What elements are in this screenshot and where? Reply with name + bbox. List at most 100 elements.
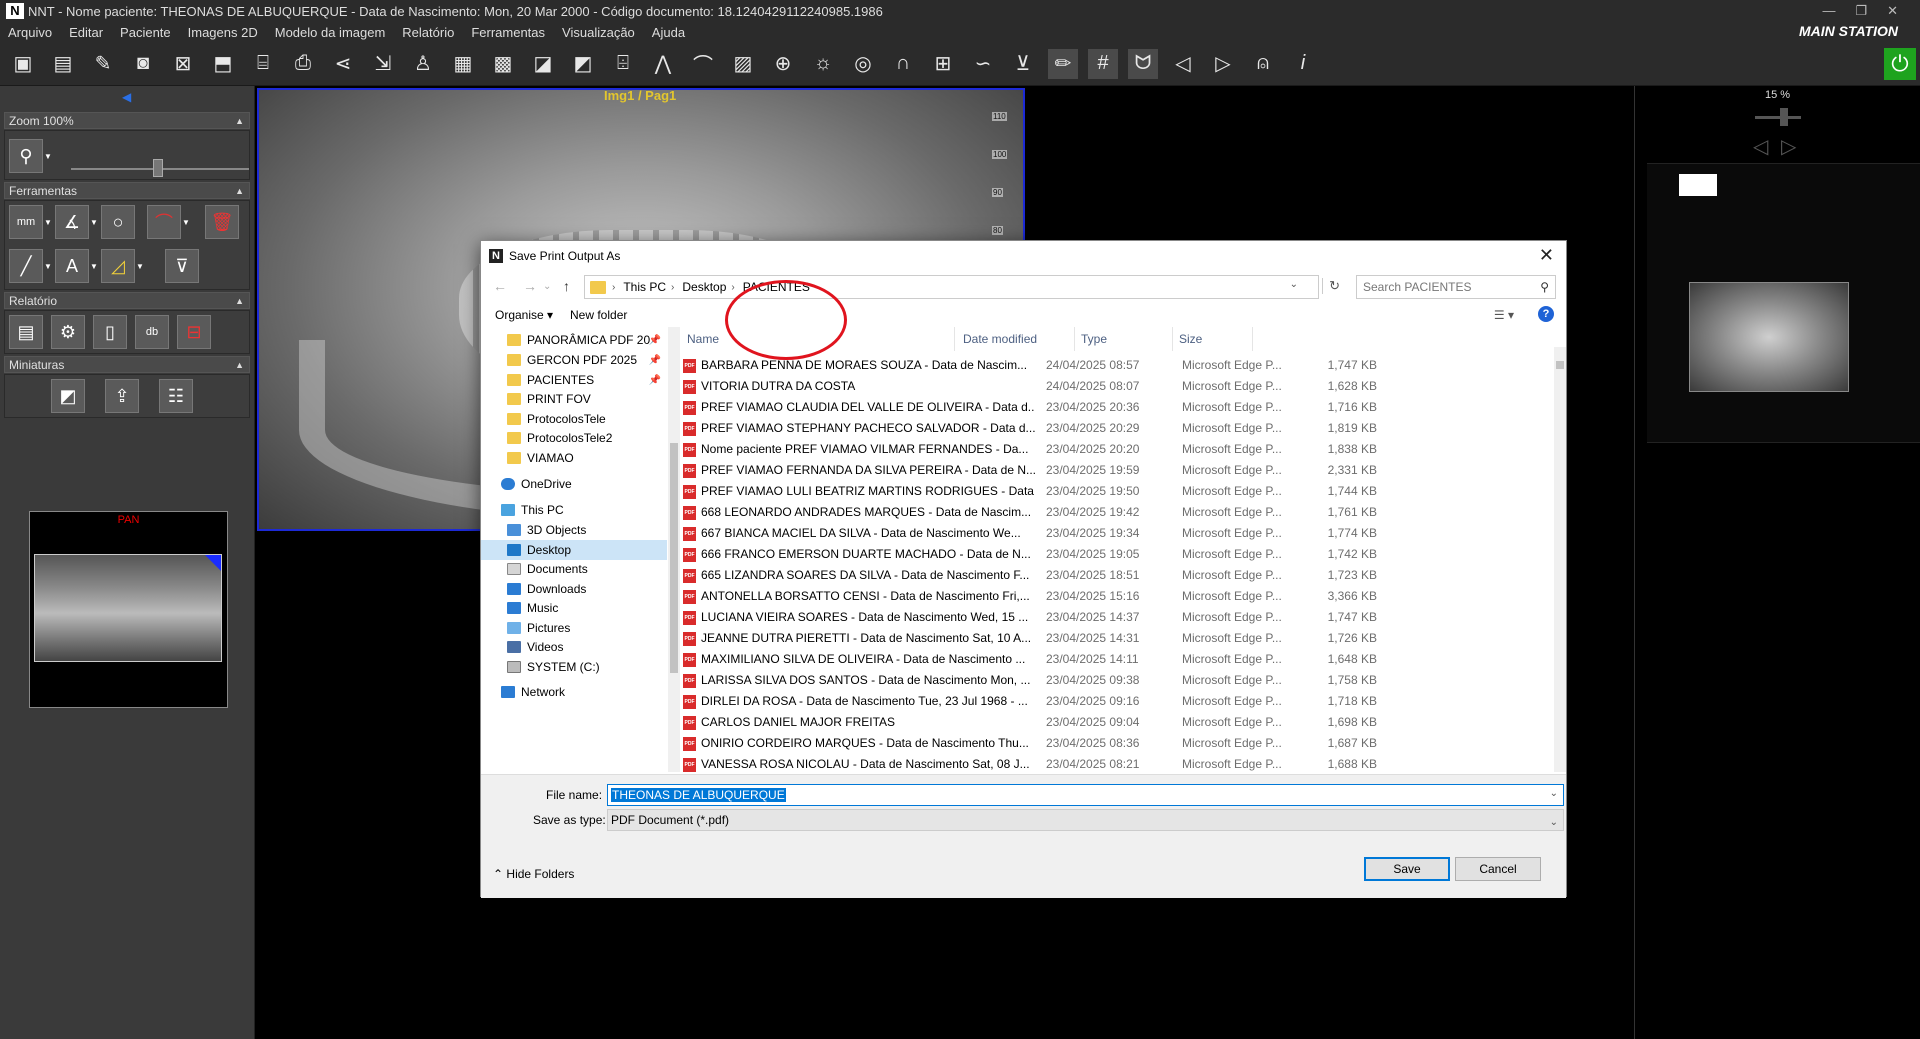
mouse-icon[interactable]: ⍝ [1248, 49, 1278, 79]
nav-item-desktop[interactable]: Desktop [481, 540, 667, 560]
chevron-down-icon[interactable]: ⌄ [1550, 813, 1558, 833]
patient-icon[interactable]: ♙ [408, 49, 438, 79]
magnet-icon[interactable]: ∩ [888, 49, 918, 79]
back-icon[interactable]: ← [493, 278, 507, 294]
file-row[interactable]: PDF ONIRIO CORDEIRO MARQUES - Data de Nas… [681, 733, 1554, 754]
file-row[interactable]: PDF 667 BIANCA MACIEL DA SILVA - Data de … [681, 523, 1554, 544]
file-row[interactable]: PDF Nome paciente PREF VIAMAO VILMAR FERN… [681, 439, 1554, 460]
nav-item-documents[interactable]: Documents [481, 559, 667, 579]
report-new-icon[interactable]: ▤ [9, 315, 43, 349]
menu-editar[interactable]: Editar [61, 25, 112, 40]
prev-icon[interactable]: ◁ [1168, 49, 1198, 79]
file-row[interactable]: PDF PREF VIAMAO STEPHANY PACHECO SALVADOR… [681, 418, 1554, 439]
recent-chevron-icon[interactable]: ⌄ [543, 281, 551, 292]
chevron-down-icon[interactable]: ▼ [43, 139, 53, 173]
file-row[interactable]: PDF JEANNE DUTRA PIERETTI - Data de Nasci… [681, 628, 1554, 649]
organise-button[interactable]: Organise ▾ [495, 308, 553, 322]
export-icon[interactable]: ⇲ [368, 49, 398, 79]
implant-add-icon[interactable]: ⊽ [165, 249, 199, 283]
save-type-select[interactable]: PDF Document (*.pdf) ⌄ [607, 809, 1564, 831]
report-settings-icon[interactable]: ⚙ [51, 315, 85, 349]
chevron-down-icon[interactable]: ▼ [89, 205, 99, 239]
nav-scrollbar[interactable] [668, 327, 680, 772]
file-row[interactable]: PDF PREF VIAMAO FERNANDA DA SILVA PEREIRA… [681, 460, 1554, 481]
menu-paciente[interactable]: Paciente [112, 25, 180, 40]
refresh-icon[interactable]: ↻ [1322, 278, 1340, 294]
file-row[interactable]: PDF 668 LEONARDO ANDRADES MARQUES - Data … [681, 502, 1554, 523]
file-row[interactable]: PDF 665 LIZANDRA SOARES DA SILVA - Data d… [681, 565, 1554, 586]
file-row[interactable]: PDF VANESSA ROSA NICOLAU - Data de Nascim… [681, 754, 1554, 772]
file-row[interactable]: PDF LARISSA SILVA DOS SANTOS - Data de Na… [681, 670, 1554, 691]
grid-hide-icon[interactable]: ▩ [488, 49, 518, 79]
file-list-scrollbar-thumb[interactable] [1556, 361, 1564, 369]
file-name-value[interactable]: THEONAS DE ALBUQUERQUE [611, 788, 786, 802]
file-row[interactable]: PDF PREF VIAMAO LULI BEATRIZ MARTINS RODR… [681, 481, 1554, 502]
search-input[interactable]: Search PACIENTES ⚲ [1356, 275, 1556, 299]
acquire-icon[interactable]: ⌹ [608, 49, 638, 79]
save-as-icon[interactable]: ▤ [48, 49, 78, 79]
search-icon[interactable]: ⚲ [1540, 276, 1549, 298]
curve-icon[interactable]: ∽ [968, 49, 998, 79]
share-icon[interactable]: ⋖ [328, 49, 358, 79]
report-section-header[interactable]: Relatório ▲ [4, 292, 250, 309]
menu-relatorio[interactable]: Relatório [394, 25, 463, 40]
teeth-icon[interactable]: ᗢ [1128, 48, 1158, 79]
menu-ferramentas[interactable]: Ferramentas [463, 25, 554, 40]
text-icon[interactable]: A [55, 249, 89, 283]
save-icon[interactable]: ▣ [8, 49, 38, 79]
breadcrumb-desktop[interactable]: Desktop [682, 280, 726, 294]
preview-zoom-slider[interactable] [1755, 116, 1801, 119]
cancel-button[interactable]: Cancel [1455, 857, 1541, 881]
breadcrumb-this-pc[interactable]: This PC [623, 280, 666, 294]
file-row[interactable]: PDF CARLOS DANIEL MAJOR FREITAS 23/04/2025… [681, 712, 1554, 733]
file-row[interactable]: PDF LUCIANA VIEIRA SOARES - Data de Nasci… [681, 607, 1554, 628]
magnifier-icon[interactable]: ⚲ [9, 139, 43, 173]
nav-item-viamao[interactable]: VIAMAO [481, 448, 667, 468]
thumbnails-section-header[interactable]: Miniaturas ▲ [4, 356, 250, 373]
file-list-scrollbar[interactable] [1554, 347, 1566, 772]
file-row[interactable]: PDF PREF VIAMAO CLAUDIA DEL VALLE DE OLIV… [681, 397, 1554, 418]
pencil-icon[interactable]: ✏ [1048, 48, 1078, 79]
collapse-arrow-icon[interactable]: ◀ [122, 90, 131, 104]
tools-section-header[interactable]: Ferramentas ▲ [4, 182, 250, 199]
edit-icon[interactable]: ✎ [88, 49, 118, 79]
nav-scrollbar-thumb[interactable] [670, 443, 678, 673]
nav-item-panoramica[interactable]: PANORÂMICA PDF 20 📌 [481, 330, 667, 350]
nav-item-3d-objects[interactable]: 3D Objects [481, 520, 667, 540]
grid-icon[interactable]: ▦ [448, 49, 478, 79]
caret-up-icon[interactable]: ▲ [235, 113, 244, 130]
column-date-modified[interactable]: Date modified [957, 327, 1075, 351]
prev-page-icon[interactable]: ◁ [1753, 134, 1768, 159]
file-row[interactable]: PDF DIRLEI DA ROSA - Data de Nascimento T… [681, 691, 1554, 712]
close-window-button[interactable]: ✕ [1887, 3, 1898, 19]
help-icon[interactable]: ? [1538, 306, 1554, 322]
file-row[interactable]: PDF ANTONELLA BORSATTO CENSI - Data de Na… [681, 586, 1554, 607]
next-page-icon[interactable]: ▷ [1781, 134, 1796, 159]
hash-icon[interactable]: # [1088, 48, 1118, 79]
report-preview-page[interactable] [1647, 163, 1920, 443]
nav-item-gercon[interactable]: GERCON PDF 2025 📌 [481, 350, 667, 370]
column-name[interactable]: Name [681, 327, 955, 351]
chevron-down-icon[interactable]: ▼ [43, 249, 53, 283]
file-row[interactable]: PDF 666 FRANCO EMERSON DUARTE MACHADO - D… [681, 544, 1554, 565]
measure-mm-icon[interactable]: mm [9, 205, 43, 239]
nav-item-this-pc[interactable]: This PC [481, 500, 667, 520]
file-row[interactable]: PDF BARBARA PENNA DE MORAES SOUZA - Data … [681, 355, 1554, 376]
nav-item-system-c[interactable]: SYSTEM (C:) [481, 657, 667, 677]
view-options-icon[interactable]: ☰ ▾ [1494, 308, 1514, 322]
chevron-down-icon[interactable]: ▼ [89, 249, 99, 283]
menu-visualizacao[interactable]: Visualização [554, 25, 644, 40]
brightness-icon[interactable]: ☼ [808, 49, 838, 79]
caret-up-icon[interactable]: ▲ [235, 357, 244, 374]
arc-icon[interactable]: ⌒ [688, 49, 718, 79]
circle-icon[interactable]: ○ [101, 205, 135, 239]
nav-item-downloads[interactable]: Downloads [481, 579, 667, 599]
address-bar[interactable]: › This PC › Desktop › PACIENTES ⌄ ↻ [584, 275, 1340, 299]
angle-text-icon[interactable]: ∡ [55, 205, 89, 239]
line-icon[interactable]: ╱ [9, 249, 43, 283]
new-folder-button[interactable]: New folder [570, 308, 627, 322]
close-image-icon[interactable]: ⊠ [168, 49, 198, 79]
restore-button[interactable]: ❐ [1855, 3, 1867, 19]
camera-icon[interactable]: ◙ [128, 49, 158, 79]
menu-imagens-2d[interactable]: Imagens 2D [180, 25, 267, 40]
